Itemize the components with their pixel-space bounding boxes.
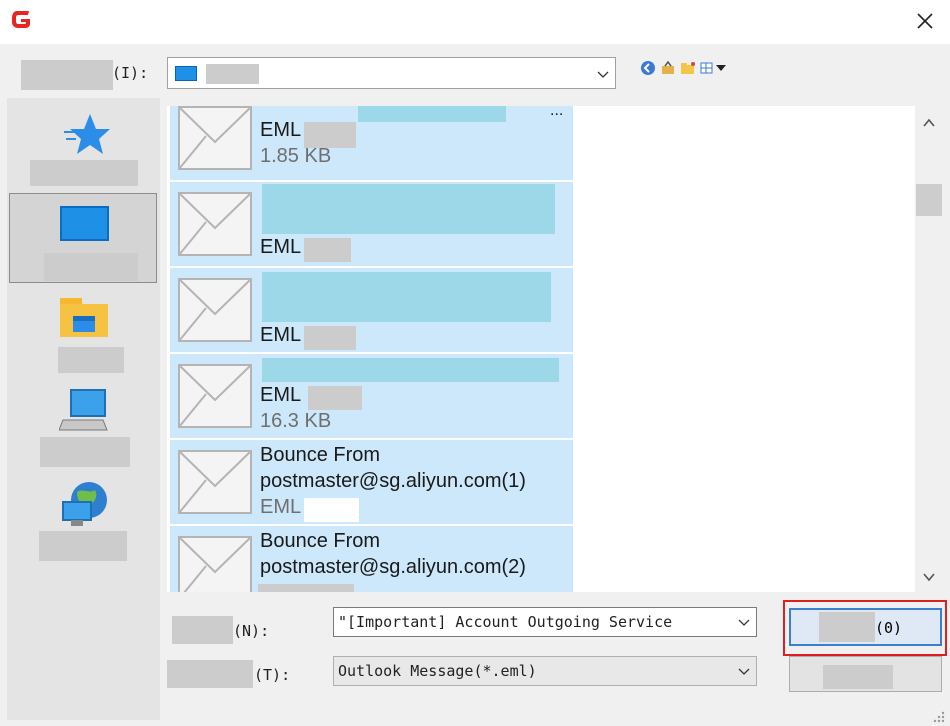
file-name-field[interactable]: "[Important] Account Outgoing Service	[333, 607, 757, 637]
file-name-line1: Bounce From	[260, 530, 381, 552]
file-item[interactable]: ... EML 1.85 KB	[170, 106, 573, 180]
redacted-filename	[262, 184, 555, 234]
open-button-label: (0)	[875, 619, 903, 637]
redacted-label	[39, 531, 127, 561]
open-button[interactable]: (0)	[789, 608, 942, 646]
look-in-dropdown[interactable]	[167, 57, 616, 89]
file-item[interactable]: EML 16.3 KB	[170, 354, 573, 438]
envelope-icon	[178, 278, 252, 342]
redacted-date	[258, 584, 354, 592]
close-icon[interactable]	[910, 6, 940, 36]
desktop-icon	[175, 66, 197, 81]
desktop-icon	[60, 206, 109, 241]
vertical-scrollbar[interactable]	[915, 106, 943, 592]
up-folder-icon[interactable]	[660, 60, 676, 76]
more-ellipsis: ...	[550, 106, 564, 119]
scroll-down-icon[interactable]	[922, 570, 936, 584]
scrollbar-thumb[interactable]	[916, 184, 942, 216]
chevron-down-icon	[597, 71, 609, 78]
redacted-location	[206, 64, 259, 84]
file-name-line1: Bounce From	[260, 444, 381, 466]
redacted-filename	[262, 358, 559, 382]
envelope-icon	[178, 364, 252, 428]
file-list[interactable]: ... EML 1.85 KB EML EML EML 16.3 KB Boun…	[167, 106, 915, 592]
redacted-filename	[358, 106, 506, 122]
cancel-button[interactable]	[789, 656, 942, 692]
place-quick-access[interactable]	[9, 102, 157, 192]
chevron-down-icon[interactable]	[738, 665, 750, 677]
redacted-label	[40, 437, 130, 467]
place-desktop[interactable]	[9, 193, 157, 283]
file-name-label: (N):	[233, 622, 270, 640]
folder-icon	[60, 298, 108, 337]
redacted-date	[304, 326, 356, 350]
file-item[interactable]: EML	[170, 268, 573, 352]
title-bar	[0, 0, 950, 44]
app-logo-icon	[12, 11, 30, 28]
redacted-date	[304, 498, 359, 522]
file-type-dropdown[interactable]: Outlook Message(*.eml)	[333, 656, 757, 686]
redacted-label	[167, 660, 253, 688]
file-name-line2: postmaster@sg.aliyun.com(1)	[260, 470, 526, 492]
place-this-pc[interactable]	[9, 378, 157, 468]
back-icon[interactable]	[640, 60, 656, 76]
file-type-label: EML	[260, 119, 302, 141]
file-size: 16.3 KB	[260, 410, 332, 432]
redacted-filename	[262, 272, 551, 322]
new-folder-icon[interactable]	[680, 60, 696, 76]
scroll-up-icon[interactable]	[922, 116, 936, 130]
file-type-label: (T):	[254, 666, 291, 684]
file-item[interactable]: EML	[170, 182, 573, 266]
file-item[interactable]: Bounce From postmaster@sg.aliyun.com(2)	[170, 526, 573, 592]
envelope-icon	[178, 450, 252, 514]
redacted-date	[304, 238, 351, 262]
redacted-label	[44, 253, 138, 281]
redacted-date	[308, 386, 362, 410]
redacted-label	[172, 616, 233, 644]
view-menu-icon[interactable]	[700, 60, 728, 76]
redacted-label	[21, 60, 113, 90]
star-icon	[64, 114, 110, 154]
network-icon	[62, 482, 107, 526]
places-sidebar	[7, 98, 160, 720]
file-size: 1.85 KB	[260, 145, 332, 167]
navigation-toolbar	[640, 60, 728, 76]
resize-grip-icon[interactable]	[930, 708, 946, 724]
redacted-label	[30, 160, 138, 186]
place-network[interactable]	[9, 472, 157, 562]
file-type-value: Outlook Message(*.eml)	[338, 662, 537, 680]
chevron-down-icon[interactable]	[738, 616, 750, 628]
file-type-label: EML	[260, 496, 302, 518]
file-name-value: "[Important] Account Outgoing Service	[338, 613, 673, 631]
envelope-icon	[178, 106, 252, 170]
redacted-label	[819, 612, 875, 642]
redacted-label	[823, 665, 893, 689]
file-type-label: EML	[260, 236, 302, 258]
file-type-label: EML	[260, 324, 302, 346]
file-type-label: EML	[260, 384, 302, 406]
file-name-line2: postmaster@sg.aliyun.com(2)	[260, 556, 526, 578]
place-libraries[interactable]	[9, 286, 157, 376]
look-in-label: (I):	[112, 64, 149, 82]
redacted-label	[58, 347, 124, 373]
envelope-icon	[178, 192, 252, 256]
computer-icon	[59, 389, 108, 431]
file-item[interactable]: Bounce From postmaster@sg.aliyun.com(1) …	[170, 440, 573, 524]
envelope-icon	[178, 536, 252, 592]
